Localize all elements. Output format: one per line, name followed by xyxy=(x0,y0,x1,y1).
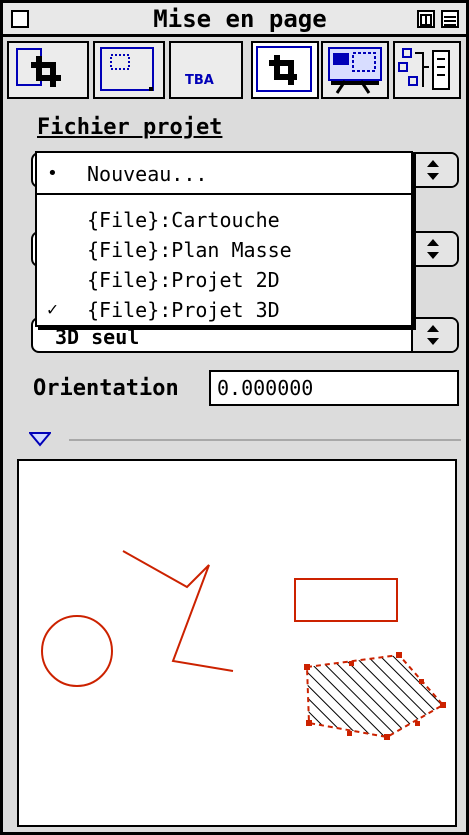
view-mode-value: 3D seul xyxy=(55,325,140,349)
menu-item-projet-2d[interactable]: {File}:Projet 2D xyxy=(37,265,411,295)
menu-item-cartouche[interactable]: {File}:Cartouche xyxy=(37,205,411,235)
collapse-box-icon[interactable] xyxy=(441,10,459,28)
disclosure-triangle-icon[interactable] xyxy=(29,431,51,447)
menu-item-projet-3d[interactable]: ✓ {File}:Projet 3D xyxy=(37,295,411,325)
orientation-input[interactable]: 0.000000 xyxy=(209,370,459,406)
tba-label: TBA xyxy=(185,73,214,88)
circle-shape xyxy=(41,615,113,687)
orientation-label: Orientation xyxy=(33,376,179,401)
menu-item-label: {File}:Cartouche xyxy=(87,208,280,232)
fichier-projet-label: Fichier projet xyxy=(37,115,223,140)
dashed-frame-icon xyxy=(100,47,154,91)
frame-tool-button[interactable] xyxy=(93,41,165,99)
preview-canvas[interactable] xyxy=(17,459,457,827)
popup-arrows-icon xyxy=(411,319,457,351)
polyline-shape xyxy=(122,550,234,672)
checkmark-icon: ✓ xyxy=(47,299,58,320)
tree-icon xyxy=(398,48,450,90)
popup-arrows-icon xyxy=(411,154,457,186)
zoom-box-icon[interactable] xyxy=(417,10,435,28)
screen-layout-tool-button[interactable] xyxy=(321,41,389,99)
tree-tool-button[interactable] xyxy=(393,41,461,99)
popup-arrows-icon xyxy=(411,233,457,265)
section-divider xyxy=(69,439,461,441)
close-box-icon[interactable] xyxy=(11,10,29,28)
tba-tool-button[interactable]: TBA xyxy=(169,41,243,99)
bullet-icon: • xyxy=(47,163,58,184)
menu-item-label: {File}:Projet 2D xyxy=(87,268,280,292)
crop-icon xyxy=(16,48,61,87)
fichier-projet-menu: • Nouveau... {File}:Cartouche {File}:Pla… xyxy=(35,151,413,327)
crop-frame-tool-button[interactable] xyxy=(251,41,319,99)
title-bar[interactable]: Mise en page xyxy=(3,3,466,37)
menu-item-nouveau[interactable]: • Nouveau... xyxy=(37,159,411,189)
menu-item-label: Nouveau... xyxy=(87,162,208,186)
rectangle-shape xyxy=(294,578,398,622)
menu-item-plan-masse[interactable]: {File}:Plan Masse xyxy=(37,235,411,265)
menu-item-label: {File}:Projet 3D xyxy=(87,298,280,322)
crop-tool-button[interactable] xyxy=(7,41,89,99)
hatched-polygon-shape xyxy=(305,653,445,739)
menu-item-label: {File}:Plan Masse xyxy=(87,238,292,262)
menu-separator xyxy=(37,193,411,195)
window-title: Mise en page xyxy=(151,5,329,33)
palette-window: Mise en page TBA Fichier projet 3D seul … xyxy=(0,0,469,835)
preview-drawing xyxy=(41,550,446,740)
crop-frame-icon xyxy=(256,46,312,92)
screen-layout-icon xyxy=(328,47,382,94)
